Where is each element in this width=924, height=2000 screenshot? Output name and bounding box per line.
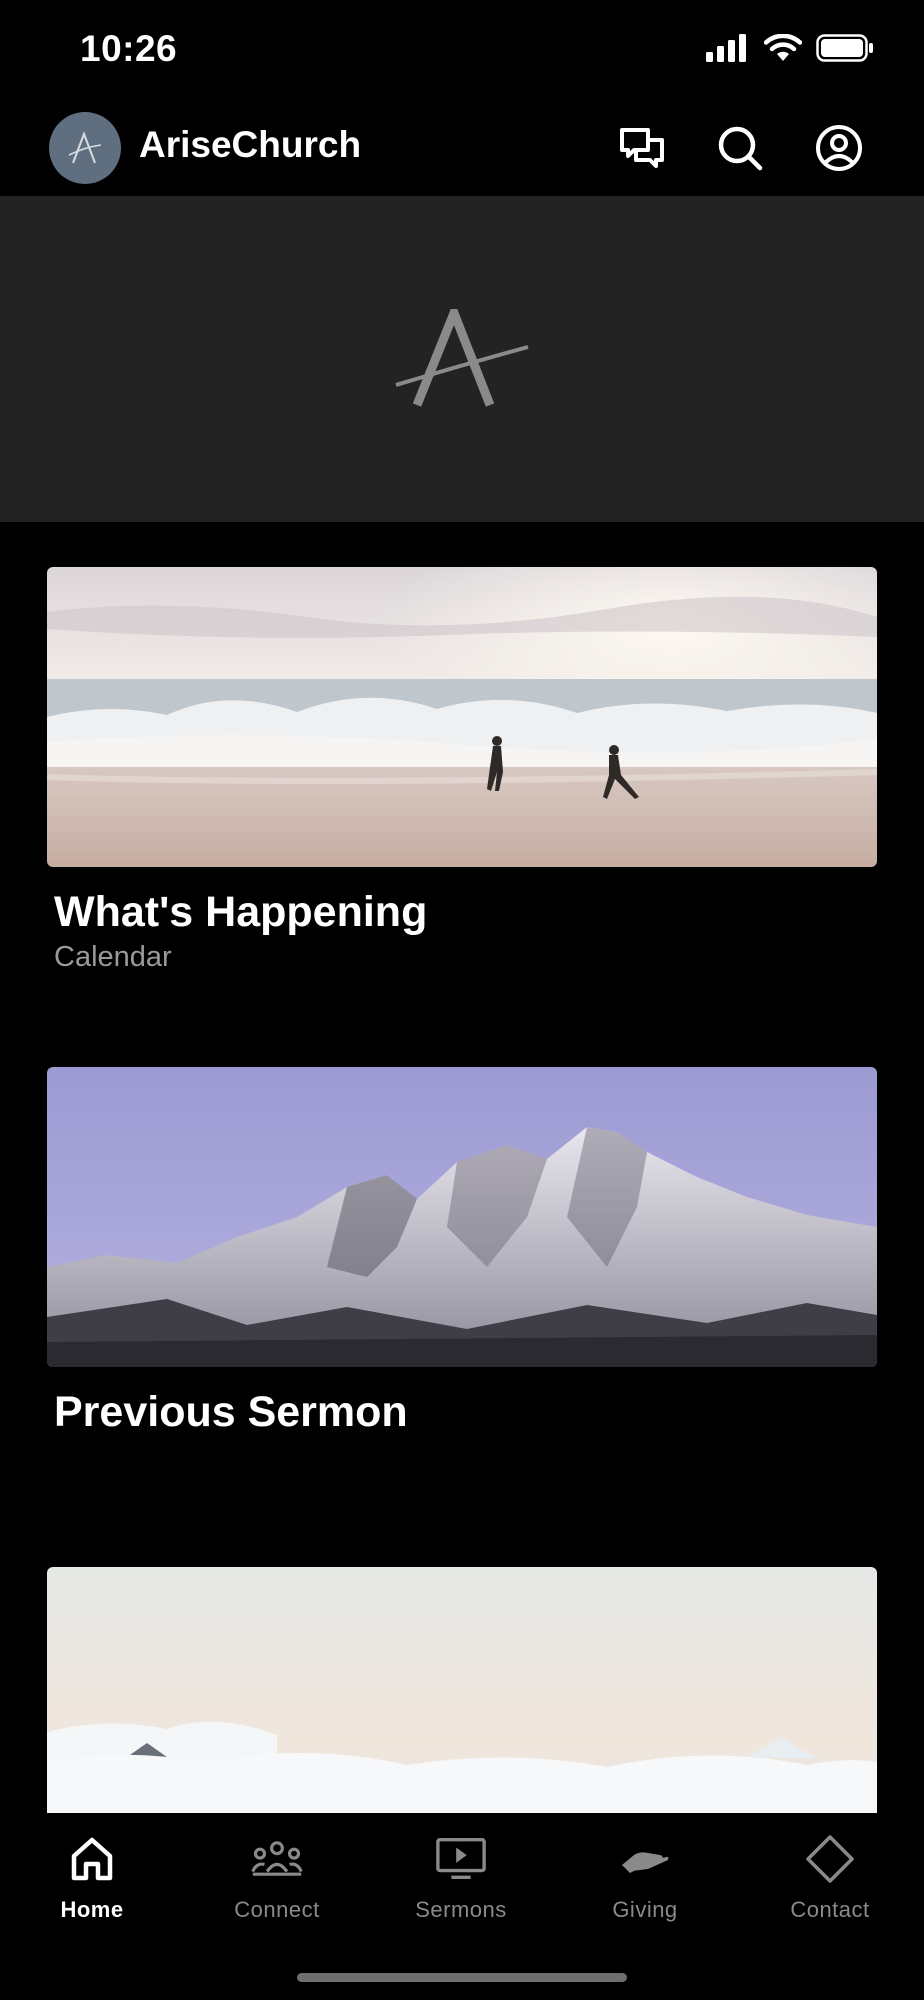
ocean-waves-runners-photo: [47, 567, 877, 867]
card-previous-sermon[interactable]: Previous Sermon: [47, 1067, 877, 1437]
card-subtitle: Calendar: [54, 941, 172, 973]
tab-sermons[interactable]: Sermons: [386, 1833, 536, 1943]
messages-button[interactable]: [614, 120, 670, 176]
tab-contact[interactable]: Contact: [755, 1833, 905, 1943]
battery-icon: [816, 34, 873, 62]
hero-banner: [0, 196, 924, 522]
giving-hand-icon: [619, 1833, 671, 1885]
video-play-icon: [435, 1833, 487, 1885]
people-icon: [251, 1833, 303, 1885]
tab-label: Home: [60, 1897, 124, 1922]
bottom-tab-bar: Home Connect Sermons Giving Contact: [0, 1813, 924, 2000]
church-logo-avatar[interactable]: [49, 112, 121, 184]
app-title: AriseChurch: [139, 124, 362, 165]
status-time: 10:26: [80, 28, 178, 69]
tab-label: Sermons: [415, 1897, 507, 1922]
tab-giving[interactable]: Giving: [570, 1833, 720, 1943]
snowy-mountain-range-photo: [47, 1067, 877, 1367]
tab-label: Connect: [234, 1897, 320, 1922]
tab-label: Giving: [612, 1897, 678, 1922]
tab-connect[interactable]: Connect: [202, 1833, 352, 1943]
wifi-icon: [764, 34, 802, 61]
church-logo-icon: [68, 131, 102, 164]
user-account-icon: [816, 125, 862, 171]
search-button[interactable]: [712, 120, 768, 176]
diamond-icon: [804, 1833, 856, 1885]
card-title: Previous Sermon: [54, 1388, 408, 1436]
tab-home[interactable]: Home: [17, 1833, 167, 1943]
status-icons: [706, 34, 874, 62]
search-icon: [718, 126, 763, 171]
tab-label: Contact: [790, 1897, 870, 1922]
home-icon: [66, 1833, 118, 1885]
chat-bubbles-icon: [620, 128, 664, 168]
home-indicator[interactable]: [297, 1973, 627, 1982]
card-title: What's Happening: [54, 888, 428, 936]
card-whats-happening[interactable]: What's Happening Calendar: [47, 567, 877, 975]
profile-button[interactable]: [811, 120, 867, 176]
cellular-signal-icon: [706, 34, 746, 62]
church-logo-icon: [395, 309, 529, 407]
app-header: AriseChurch: [0, 100, 924, 196]
status-bar: 10:26: [0, 0, 924, 100]
